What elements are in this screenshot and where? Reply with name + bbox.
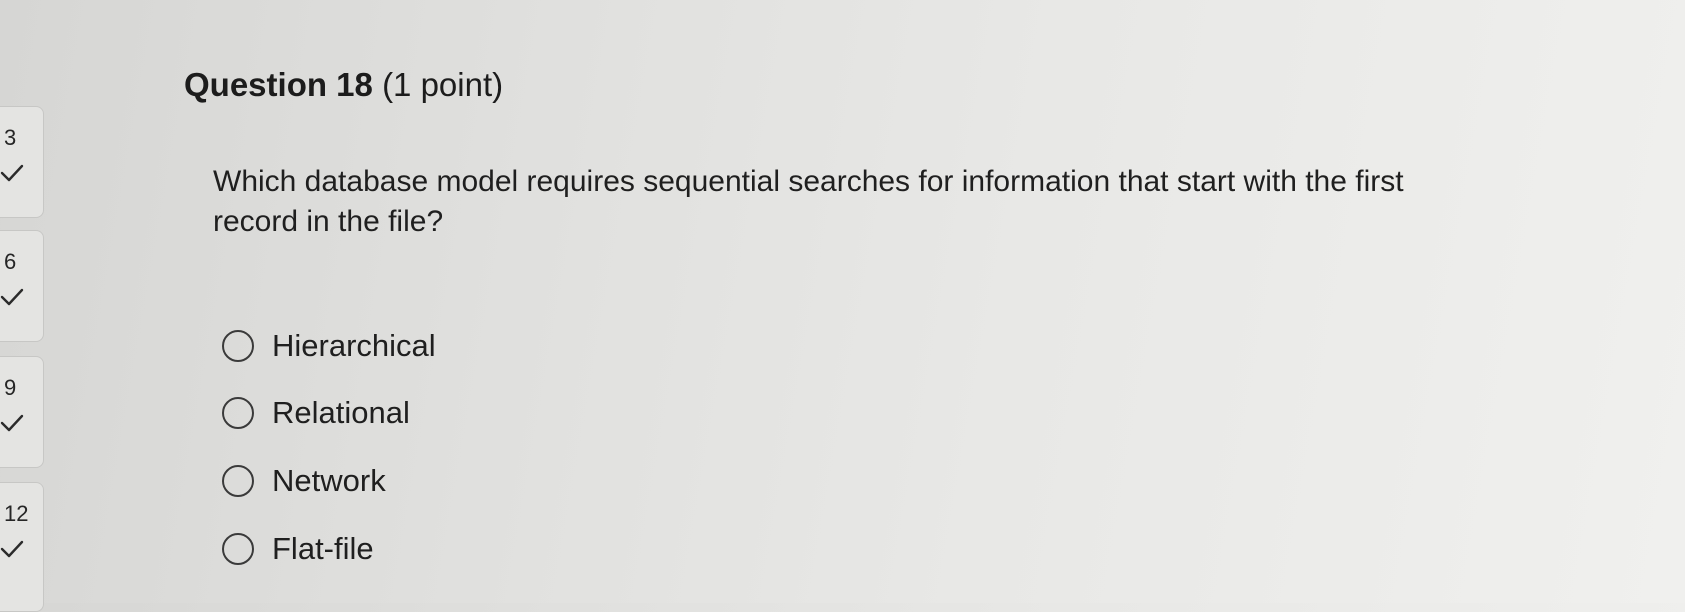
- radio-button[interactable]: [222, 533, 254, 565]
- check-icon: [0, 540, 24, 558]
- nav-item-3[interactable]: 3: [0, 106, 44, 218]
- nav-item-number: 12: [4, 501, 29, 526]
- question-text: Which database model requires sequential…: [213, 165, 1404, 238]
- nav-item-9[interactable]: 9: [0, 356, 44, 468]
- option-network[interactable]: Network: [222, 459, 386, 503]
- nav-item-number: 9: [4, 375, 17, 400]
- option-flat-file[interactable]: Flat-file: [222, 527, 374, 571]
- option-label: Network: [272, 463, 386, 498]
- option-hierarchical[interactable]: Hierarchical: [222, 324, 436, 368]
- option-label: Flat-file: [272, 531, 374, 566]
- nav-item-number: 6: [4, 249, 17, 274]
- question-points: (1 point): [382, 66, 504, 103]
- check-icon: [0, 414, 24, 432]
- check-icon: [0, 164, 24, 182]
- option-label: Hierarchical: [272, 328, 436, 363]
- nav-item-6[interactable]: 6: [0, 230, 44, 342]
- check-icon: [0, 288, 24, 306]
- nav-item-number: 3: [4, 125, 17, 150]
- option-relational[interactable]: Relational: [222, 391, 410, 435]
- option-label: Relational: [272, 395, 410, 430]
- nav-item-12[interactable]: 12: [0, 482, 44, 612]
- radio-button[interactable]: [222, 397, 254, 429]
- radio-button[interactable]: [222, 330, 254, 362]
- radio-button[interactable]: [222, 465, 254, 497]
- question-number: Question 18: [184, 66, 373, 103]
- question-title: Question 18 (1 point): [184, 66, 503, 104]
